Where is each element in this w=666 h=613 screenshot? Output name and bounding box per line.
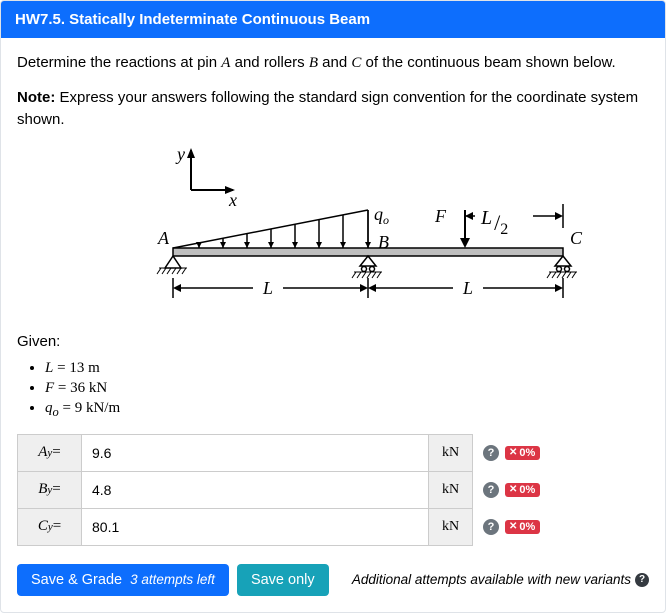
- answer-unit: kN: [429, 508, 473, 546]
- x-icon: ✕: [509, 484, 517, 495]
- help-icon[interactable]: ?: [483, 445, 499, 461]
- answer-row-Ay: Ay = kN ? ✕0%: [17, 434, 649, 472]
- save-only-button[interactable]: Save only: [237, 564, 329, 596]
- F-label: F: [434, 206, 447, 226]
- span-L1-label: L: [262, 278, 273, 298]
- figure: y x: [17, 148, 649, 317]
- help-icon[interactable]: ?: [483, 519, 499, 535]
- answer-label: Ay =: [17, 434, 81, 472]
- x-icon: ✕: [509, 447, 517, 458]
- support-B-label: B: [378, 232, 389, 252]
- axis-x-label: x: [228, 190, 237, 210]
- span-L2-label: L: [462, 278, 473, 298]
- q0-label: qo: [374, 204, 389, 227]
- answer-input-Ay[interactable]: [81, 434, 429, 472]
- button-bar: Save & Grade 3 attempts left Save only A…: [17, 564, 649, 596]
- problem-card: HW7.5. Statically Indeterminate Continuo…: [0, 0, 666, 613]
- prompt-text: Determine the reactions at pin A and rol…: [17, 52, 649, 75]
- answer-row-Cy: Cy = kN ? ✕0%: [17, 508, 649, 546]
- given-item: qo = 9 kN/m: [45, 400, 649, 420]
- info-icon[interactable]: ?: [635, 573, 649, 587]
- support-A-label: A: [157, 228, 170, 248]
- given-item: F = 36 kN: [45, 380, 649, 397]
- answer-label: Cy =: [17, 508, 81, 546]
- score-badge: ✕0%: [505, 483, 540, 497]
- answer-row-By: By = kN ? ✕0%: [17, 471, 649, 509]
- answer-rows: Ay = kN ? ✕0% By = kN ? ✕0% Cy =: [17, 434, 649, 546]
- half-L-label: L/2: [480, 207, 508, 238]
- answer-input-Cy[interactable]: [81, 508, 429, 546]
- support-C-label: C: [570, 228, 583, 248]
- answer-label: By =: [17, 471, 81, 509]
- axis-y-label: y: [175, 148, 185, 164]
- note-text: Note: Express your answers following the…: [17, 87, 649, 132]
- answer-unit: kN: [429, 434, 473, 472]
- given-item: L = 13 m: [45, 360, 649, 377]
- given-list: L = 13 m F = 36 kN qo = 9 kN/m: [17, 360, 649, 420]
- card-title: HW7.5. Statically Indeterminate Continuo…: [15, 11, 370, 28]
- x-icon: ✕: [509, 521, 517, 532]
- score-badge: ✕0%: [505, 520, 540, 534]
- card-header: HW7.5. Statically Indeterminate Continuo…: [1, 1, 665, 38]
- given-heading: Given:: [17, 333, 649, 350]
- answer-unit: kN: [429, 471, 473, 509]
- score-badge: ✕0%: [505, 446, 540, 460]
- save-grade-button[interactable]: Save & Grade 3 attempts left: [17, 564, 229, 596]
- answer-input-By[interactable]: [81, 471, 429, 509]
- help-icon[interactable]: ?: [483, 482, 499, 498]
- beam-diagram: y x: [83, 148, 583, 313]
- card-body: Determine the reactions at pin A and rol…: [1, 38, 665, 612]
- extra-attempts-note: Additional attempts available with new v…: [352, 572, 649, 587]
